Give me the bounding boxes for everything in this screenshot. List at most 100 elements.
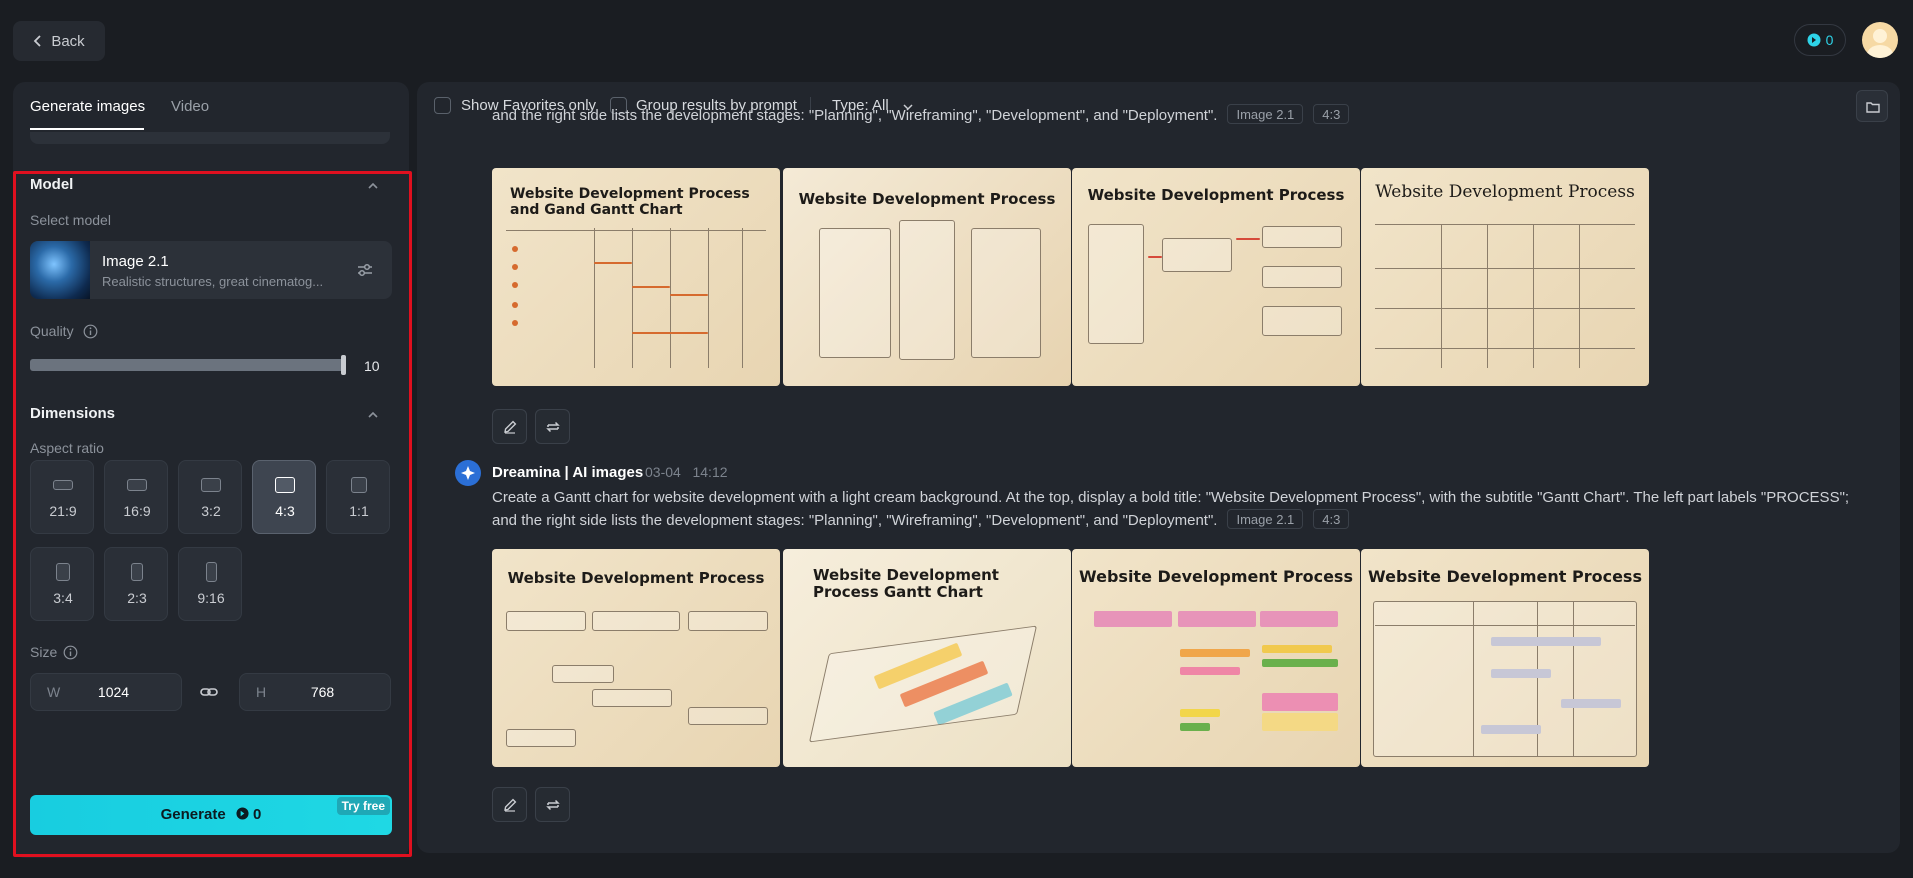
width-input[interactable]: W 1024 (30, 673, 182, 711)
results-panel: Show Favorites only Group results by pro… (417, 82, 1900, 853)
result-image[interactable]: Website Development Process (1072, 168, 1360, 386)
show-favorites-checkbox[interactable] (434, 97, 451, 114)
result-image[interactable]: Website Development Process (783, 168, 1071, 386)
aspect-ratio-shape-icon (201, 478, 221, 492)
image-title: Website Development Process (1375, 182, 1635, 202)
image-title: Website Development Process (507, 569, 765, 587)
aspect-ratio-shape-icon (53, 480, 73, 490)
folder-icon (1866, 102, 1880, 113)
regenerate-icon (546, 421, 560, 433)
model-selector[interactable]: Image 2.1 Realistic structures, great ci… (30, 241, 392, 299)
prompt-line: Create a Gantt chart for website develop… (492, 489, 1850, 506)
aspect-ratio-option[interactable]: 4:3 (252, 460, 316, 534)
collapse-model-icon[interactable] (365, 178, 381, 194)
collapse-dimensions-icon[interactable] (365, 407, 381, 423)
generation-timestamp: 03-04 14:12 (645, 464, 728, 480)
info-icon[interactable] (83, 324, 98, 339)
prompt-line: and the right side lists the development… (492, 512, 1218, 529)
pencil-icon (504, 420, 517, 434)
aspect-ratio-option[interactable]: 3:2 (178, 460, 242, 534)
dimensions-section-title: Dimensions (30, 405, 116, 422)
credits-count: 0 (1825, 32, 1834, 48)
generate-label: Generate (160, 806, 226, 823)
aspect-ratio-shape-icon (127, 479, 147, 491)
result-image[interactable]: Website Development Process and Gand Gan… (492, 168, 780, 386)
chevron-left-icon (34, 35, 41, 47)
select-model-label: Select model (30, 212, 111, 228)
pencil-icon (504, 798, 517, 812)
folder-button[interactable] (1856, 90, 1888, 122)
aspect-ratio-label: 1:1 (349, 503, 369, 519)
aspect-ratio-label: 3:2 (201, 503, 221, 519)
aspect-ratio-option[interactable]: 21:9 (30, 460, 94, 534)
model-settings-icon[interactable] (356, 261, 374, 279)
image-title: Website Development Process (1368, 567, 1642, 586)
model-section-title: Model (30, 176, 74, 193)
aspect-ratio-shape-icon (205, 562, 217, 582)
quality-value: 10 (364, 358, 380, 374)
size-info-icon[interactable] (63, 645, 78, 660)
aspect-ratio-label: 16:9 (123, 503, 151, 519)
credits-indicator[interactable]: 0 (1794, 24, 1846, 56)
back-button[interactable]: Back (13, 21, 105, 61)
aspect-ratio-option[interactable]: 16:9 (104, 460, 168, 534)
prompt-line: and the right side lists the development… (492, 107, 1218, 124)
aspect-ratio-label: 4:3 (275, 503, 295, 519)
user-avatar[interactable] (1862, 22, 1898, 58)
edit-button[interactable] (492, 787, 527, 822)
generation-time: 14:12 (692, 464, 728, 480)
result-image[interactable]: Website Development Process (1361, 168, 1649, 386)
aspect-ratio-option[interactable]: 1:1 (326, 460, 390, 534)
dreamina-logo-icon (455, 460, 481, 486)
result-image[interactable]: Website Development Process Gantt Chart (783, 549, 1071, 767)
aspect-ratio-option[interactable]: 9:16 (178, 547, 242, 621)
edit-button[interactable] (492, 409, 527, 444)
image-title: Website Development Process (798, 190, 1056, 208)
regenerate-button[interactable] (535, 787, 570, 822)
result-image-row: Website Development Process and Gand Gan… (492, 168, 1662, 386)
aspect-ratio-label: 2:3 (127, 590, 147, 606)
model-tag: Image 2.1 (1227, 104, 1304, 124)
quality-label: Quality (30, 323, 74, 339)
result-image[interactable]: Website Development Process (492, 549, 780, 767)
result-image[interactable]: Website Development Process (1072, 549, 1360, 767)
aspect-ratio-shape-icon (131, 563, 143, 581)
ratio-tag: 4:3 (1313, 104, 1350, 124)
generation-settings-panel: Generate images Video Model Select model… (13, 82, 409, 858)
top-bar: Back 0 (0, 0, 1913, 80)
aspect-ratio-label: 21:9 (49, 503, 77, 519)
image-title: Website Development Process (1087, 186, 1345, 204)
tab-video[interactable]: Video (171, 98, 209, 115)
width-value: 1024 (97, 684, 130, 700)
height-input[interactable]: H 768 (239, 673, 391, 711)
aspect-ratio-option[interactable]: 3:4 (30, 547, 94, 621)
regenerate-icon (546, 799, 560, 811)
quality-slider-handle[interactable] (341, 355, 346, 375)
aspect-ratio-label: 3:4 (53, 590, 73, 606)
generation-author: Dreamina | AI images (492, 464, 644, 481)
aspect-ratio-shape-icon (56, 563, 70, 581)
generate-button[interactable]: Generate 0 Try free (30, 795, 392, 835)
prompt-field-bottom[interactable] (30, 132, 390, 144)
aspect-ratio-shape-icon (275, 477, 295, 493)
tab-generate-images[interactable]: Generate images (30, 98, 145, 115)
quality-slider-track[interactable] (30, 359, 344, 371)
generation-date: 03-04 (645, 464, 681, 480)
model-tag: Image 2.1 (1227, 509, 1304, 529)
image-title: Website Development Process Gantt Chart (813, 566, 999, 601)
result-image[interactable]: Website Development Process (1361, 549, 1649, 767)
mode-tabs: Generate images Video (13, 82, 409, 132)
aspect-ratio-option[interactable]: 2:3 (104, 547, 168, 621)
aspect-ratio-shape-icon (351, 477, 367, 493)
prompt-text: and the right side lists the development… (492, 104, 1350, 127)
regenerate-button[interactable] (535, 409, 570, 444)
result-image-row: Website Development Process Website Deve… (492, 549, 1662, 767)
ratio-tag: 4:3 (1313, 509, 1350, 529)
link-dimensions-icon[interactable] (199, 682, 219, 702)
aspect-ratio-label: Aspect ratio (30, 440, 104, 456)
try-free-badge: Try free (336, 797, 390, 815)
generate-cost: 0 (253, 806, 262, 823)
image-title: Website Development Process (1079, 567, 1353, 586)
active-tab-indicator (30, 128, 144, 130)
aspect-ratio-label: 9:16 (197, 590, 225, 606)
